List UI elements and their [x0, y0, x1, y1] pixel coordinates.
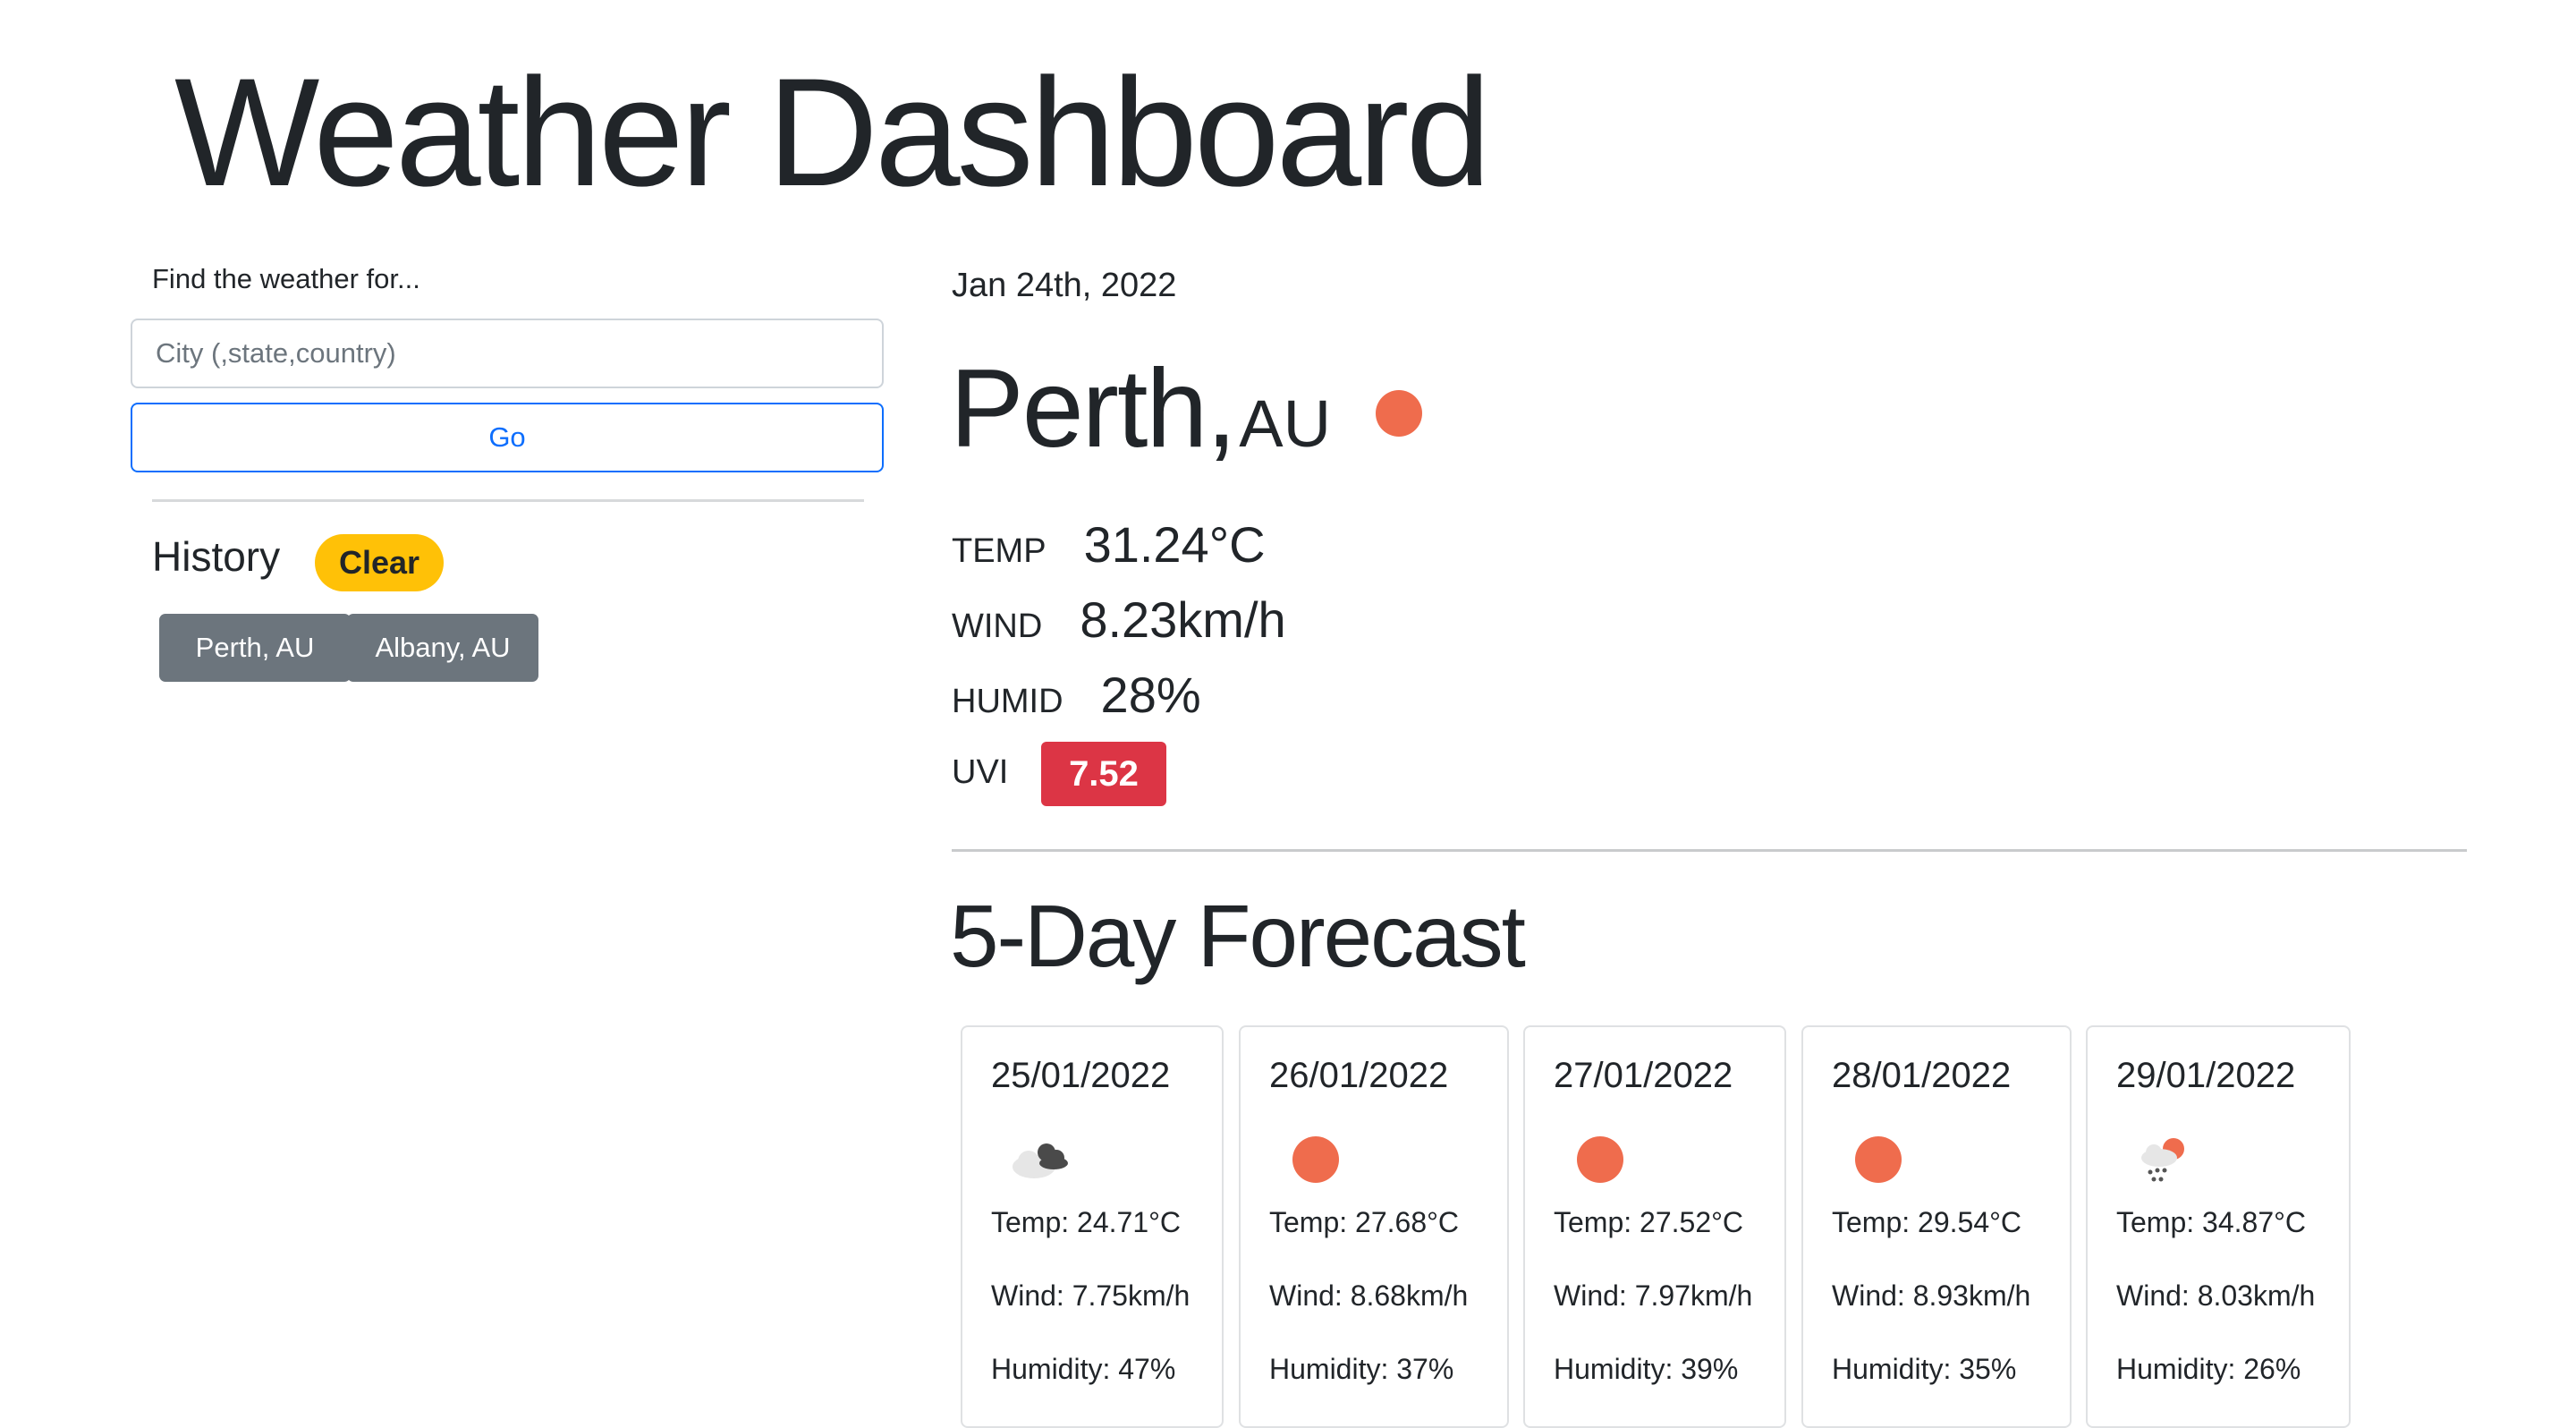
sun-icon	[1292, 1136, 1339, 1183]
forecast-humidity: Humidity: 37%	[1269, 1353, 1454, 1385]
forecast-wind: Wind: 8.93km/h	[1832, 1279, 2031, 1312]
forecast-temp: Temp: 27.68°C	[1269, 1206, 1460, 1238]
uvi-row: UVI	[952, 753, 1008, 792]
temp-row: TEMP 31.24°C	[952, 515, 1266, 574]
forecast-card: 26/01/2022 Temp: 27.68°C Wind: 8.68km/h …	[1239, 1025, 1509, 1428]
wind-value: 8.23km/h	[1080, 591, 1286, 648]
country-code: AU	[1239, 387, 1332, 461]
wind-label: WIND	[952, 608, 1043, 645]
humid-row: HUMID 28%	[952, 666, 1201, 724]
search-label: Find the weather for...	[152, 263, 420, 294]
sun-icon	[1577, 1136, 1623, 1183]
forecast-temp: Temp: 27.52°C	[1554, 1206, 1744, 1238]
forecast-card: 28/01/2022 Temp: 29.54°C Wind: 8.93km/h …	[1801, 1025, 2072, 1428]
history-item[interactable]: Perth, AU	[159, 614, 351, 682]
forecast-date: 29/01/2022	[2116, 1056, 2296, 1095]
forecast-wind: Wind: 8.68km/h	[1269, 1279, 1469, 1312]
rain-sun-icon	[2141, 1138, 2184, 1182]
forecast-card: 27/01/2022 Temp: 27.52°C Wind: 7.97km/h …	[1523, 1025, 1786, 1428]
forecast-card: 25/01/2022 Temp: 24.71°C Wind: 7.75km/h …	[961, 1025, 1224, 1428]
forecast-temp: Temp: 34.87°C	[2116, 1206, 2307, 1238]
temp-label: TEMP	[952, 532, 1046, 570]
forecast-wind: Wind: 8.03km/h	[2116, 1279, 2316, 1312]
uvi-badge: 7.52	[1041, 742, 1166, 806]
forecast-heading: 5-Day Forecast	[950, 887, 1526, 985]
forecast-humidity: Humidity: 26%	[2116, 1353, 2301, 1385]
page-title: Weather Dashboard	[174, 47, 1491, 218]
go-button[interactable]: Go	[131, 403, 884, 472]
forecast-temp: Temp: 29.54°C	[1832, 1206, 2022, 1238]
forecast-humidity: Humidity: 39%	[1554, 1353, 1739, 1385]
city-name: Perth,	[950, 347, 1237, 471]
forecast-card: 29/01/2022 Temp: 34.87°C Wind: 8.03km/h …	[2086, 1025, 2351, 1428]
humid-value: 28%	[1100, 667, 1201, 723]
history-item[interactable]: Albany, AU	[347, 614, 538, 682]
forecast-wind: Wind: 7.97km/h	[1554, 1279, 1753, 1312]
city-heading: Perth, AU	[950, 353, 1331, 464]
clear-history-button[interactable]: Clear	[315, 534, 444, 591]
forecast-humidity: Humidity: 47%	[991, 1353, 1176, 1385]
forecast-temp: Temp: 24.71°C	[991, 1206, 1182, 1238]
cloud-icon	[1013, 1143, 1068, 1178]
forecast-humidity: Humidity: 35%	[1832, 1353, 2017, 1385]
history-heading: History	[152, 533, 281, 580]
forecast-date: 25/01/2022	[991, 1056, 1171, 1095]
uvi-label: UVI	[952, 753, 1009, 791]
divider	[152, 499, 864, 502]
sun-icon	[1855, 1136, 1902, 1183]
sun-icon	[1376, 390, 1422, 437]
forecast-date: 27/01/2022	[1554, 1056, 1733, 1095]
divider	[952, 849, 2467, 852]
forecast-date: 28/01/2022	[1832, 1056, 2012, 1095]
forecast-wind: Wind: 7.75km/h	[991, 1279, 1191, 1312]
forecast-date: 26/01/2022	[1269, 1056, 1449, 1095]
wind-row: WIND 8.23km/h	[952, 591, 1286, 649]
search-input[interactable]	[131, 319, 884, 388]
temp-value: 31.24°C	[1083, 516, 1266, 573]
current-date: Jan 24th, 2022	[952, 267, 1177, 304]
humid-label: HUMID	[952, 683, 1063, 720]
